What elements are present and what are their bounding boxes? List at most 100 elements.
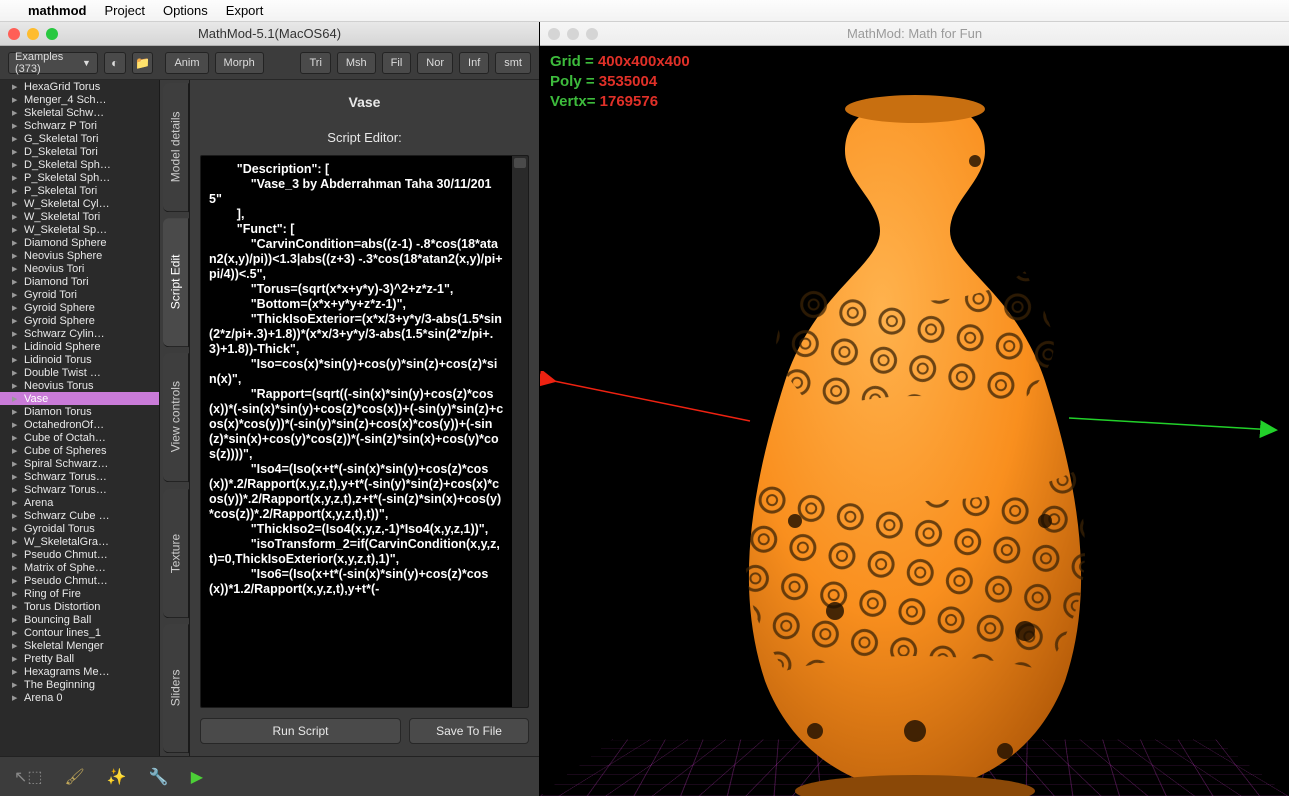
viewport-overlay: Grid = 400x400x400 Poly = 3535004 Vertx=… (550, 52, 690, 112)
tree-item[interactable]: Arena (0, 496, 159, 509)
tree-item[interactable]: W_Skeletal Sp… (0, 223, 159, 236)
tree-item[interactable]: Diamond Tori (0, 275, 159, 288)
tree-item[interactable]: Schwarz Cube … (0, 509, 159, 522)
poly-value: 3535004 (599, 73, 657, 90)
fil-button[interactable]: Fil (382, 52, 412, 74)
tab-view-controls[interactable]: View controls (163, 353, 189, 482)
editor-heading: Script Editor: (200, 124, 529, 155)
viewport[interactable]: Grid = 400x400x400 Poly = 3535004 Vertx=… (540, 46, 1289, 796)
tree-item[interactable]: P_Skeletal Tori (0, 184, 159, 197)
tab-texture[interactable]: Texture (163, 489, 189, 618)
editor-toolbar: Examples (373) ▼ ◐ 📁 Anim Morph Tri Msh … (0, 46, 539, 80)
smt-button[interactable]: smt (495, 52, 531, 74)
tree-item[interactable]: D_Skeletal Tori (0, 145, 159, 158)
tree-item[interactable]: The Beginning (0, 678, 159, 691)
tree-item[interactable]: W_Skeletal Tori (0, 210, 159, 223)
tree-item[interactable]: Schwarz Cylin… (0, 327, 159, 340)
tree-item[interactable]: Contour lines_1 (0, 626, 159, 639)
editor-window: MathMod-5.1(MacOS64) Examples (373) ▼ ◐ … (0, 22, 540, 796)
tree-item[interactable]: Lidinoid Torus (0, 353, 159, 366)
tab-model-details[interactable]: Model details (163, 83, 189, 212)
anim-button[interactable]: Anim (165, 52, 208, 74)
poly-label: Poly = (550, 73, 595, 90)
editor-titlebar[interactable]: MathMod-5.1(MacOS64) (0, 22, 539, 46)
tree-item[interactable]: Hexagrams Me… (0, 665, 159, 678)
script-editor[interactable]: "Description": [ "Vase_3 by Abderrahman … (200, 155, 529, 708)
tree-item[interactable]: Schwarz Torus… (0, 483, 159, 496)
tree-item[interactable]: OctahedronOf… (0, 418, 159, 431)
tree-item[interactable]: Schwarz Torus… (0, 470, 159, 483)
tree-item[interactable]: Torus Distortion (0, 600, 159, 613)
vert-value: 1769576 (600, 93, 658, 110)
tree-item[interactable]: Double Twist … (0, 366, 159, 379)
play-icon[interactable]: ▶ (191, 767, 203, 787)
menu-export[interactable]: Export (226, 3, 264, 18)
tool-magic-icon[interactable]: ✨ (107, 767, 127, 787)
inf-button[interactable]: Inf (459, 52, 489, 74)
tree-item[interactable]: Gyroidal Torus (0, 522, 159, 535)
tree-item[interactable]: Bouncing Ball (0, 613, 159, 626)
tool-pointer-icon[interactable]: ↖︎⬚ (14, 767, 43, 787)
menu-project[interactable]: Project (105, 3, 145, 18)
tool-brush-icon[interactable]: 🖌 (65, 767, 85, 787)
morph-button[interactable]: Morph (215, 52, 264, 74)
viewport-titlebar[interactable]: MathMod: Math for Fun (540, 22, 1289, 46)
tree-item[interactable]: Cube of Spheres (0, 444, 159, 457)
side-tabs: Model details Script Edit View controls … (160, 80, 190, 756)
tree-item[interactable]: W_SkeletalGra… (0, 535, 159, 548)
tree-item[interactable]: Schwarz P Tori (0, 119, 159, 132)
tree-item[interactable]: Matrix of Sphe… (0, 561, 159, 574)
tree-item[interactable]: G_Skeletal Tori (0, 132, 159, 145)
tree-item[interactable]: Diamon Torus (0, 405, 159, 418)
tri-button[interactable]: Tri (300, 52, 330, 74)
status-bar: ↖︎⬚ 🖌 ✨ 🔧 ▶ (0, 756, 539, 796)
tree-item[interactable]: Lidinoid Sphere (0, 340, 159, 353)
tree-item[interactable]: Neovius Sphere (0, 249, 159, 262)
tree-item[interactable]: Cube of Octah… (0, 431, 159, 444)
menu-options[interactable]: Options (163, 3, 208, 18)
tree-item[interactable]: Pretty Ball (0, 652, 159, 665)
rendered-vase (675, 91, 1155, 796)
tree-item[interactable]: D_Skeletal Sph… (0, 158, 159, 171)
editor-title: MathMod-5.1(MacOS64) (0, 26, 539, 41)
tree-item[interactable]: P_Skeletal Sph… (0, 171, 159, 184)
tree-item[interactable]: W_Skeletal Cyl… (0, 197, 159, 210)
tree-item[interactable]: Gyroid Sphere (0, 314, 159, 327)
tree-item[interactable]: Skeletal Schw… (0, 106, 159, 119)
tree-item[interactable]: Gyroid Tori (0, 288, 159, 301)
tree-item[interactable]: Pseudo Chmut… (0, 574, 159, 587)
msh-button[interactable]: Msh (337, 52, 376, 74)
tree-item[interactable]: Ring of Fire (0, 587, 159, 600)
tree-item[interactable]: Vase (0, 392, 159, 405)
menu-app[interactable]: mathmod (28, 3, 87, 18)
tree-item[interactable]: Menger_4 Sch… (0, 93, 159, 106)
tree-item[interactable]: Pseudo Chmut… (0, 548, 159, 561)
model-name: Vase (200, 88, 529, 124)
tree-item[interactable]: Spiral Schwarz… (0, 457, 159, 470)
script-text[interactable]: "Description": [ "Vase_3 by Abderrahman … (201, 156, 512, 707)
tree-item[interactable]: Gyroid Sphere (0, 301, 159, 314)
save-to-file-button[interactable]: Save To File (409, 718, 529, 744)
viewport-window: MathMod: Math for Fun Grid = 400x400x400… (540, 22, 1289, 796)
tool-wrench-icon[interactable]: 🔧 (149, 767, 169, 787)
tab-script-edit[interactable]: Script Edit (163, 218, 189, 347)
tab-sliders[interactable]: Sliders (163, 624, 189, 753)
folder-icon[interactable]: 📁 (132, 52, 154, 74)
tree-item[interactable]: Diamond Sphere (0, 236, 159, 249)
editor-zone: Vase Script Editor: "Description": [ "Va… (190, 80, 539, 756)
chevron-down-icon: ▼ (82, 58, 91, 68)
tree-item[interactable]: Neovius Torus (0, 379, 159, 392)
run-script-button[interactable]: Run Script (200, 718, 401, 744)
model-tree[interactable]: HexaGrid TorusMenger_4 Sch…Skeletal Schw… (0, 80, 160, 756)
examples-combo[interactable]: Examples (373) ▼ (8, 52, 98, 74)
nor-button[interactable]: Nor (417, 52, 453, 74)
examples-combo-label: Examples (373) (15, 51, 76, 75)
macos-menubar: mathmod Project Options Export (0, 0, 1289, 22)
tree-item[interactable]: Skeletal Menger (0, 639, 159, 652)
tree-item[interactable]: HexaGrid Torus (0, 80, 159, 93)
editor-scroll[interactable] (512, 156, 528, 707)
grid-label: Grid = (550, 53, 594, 70)
tree-item[interactable]: Neovius Tori (0, 262, 159, 275)
refresh-icon[interactable]: ◐ (104, 52, 126, 74)
tree-item[interactable]: Arena 0 (0, 691, 159, 704)
